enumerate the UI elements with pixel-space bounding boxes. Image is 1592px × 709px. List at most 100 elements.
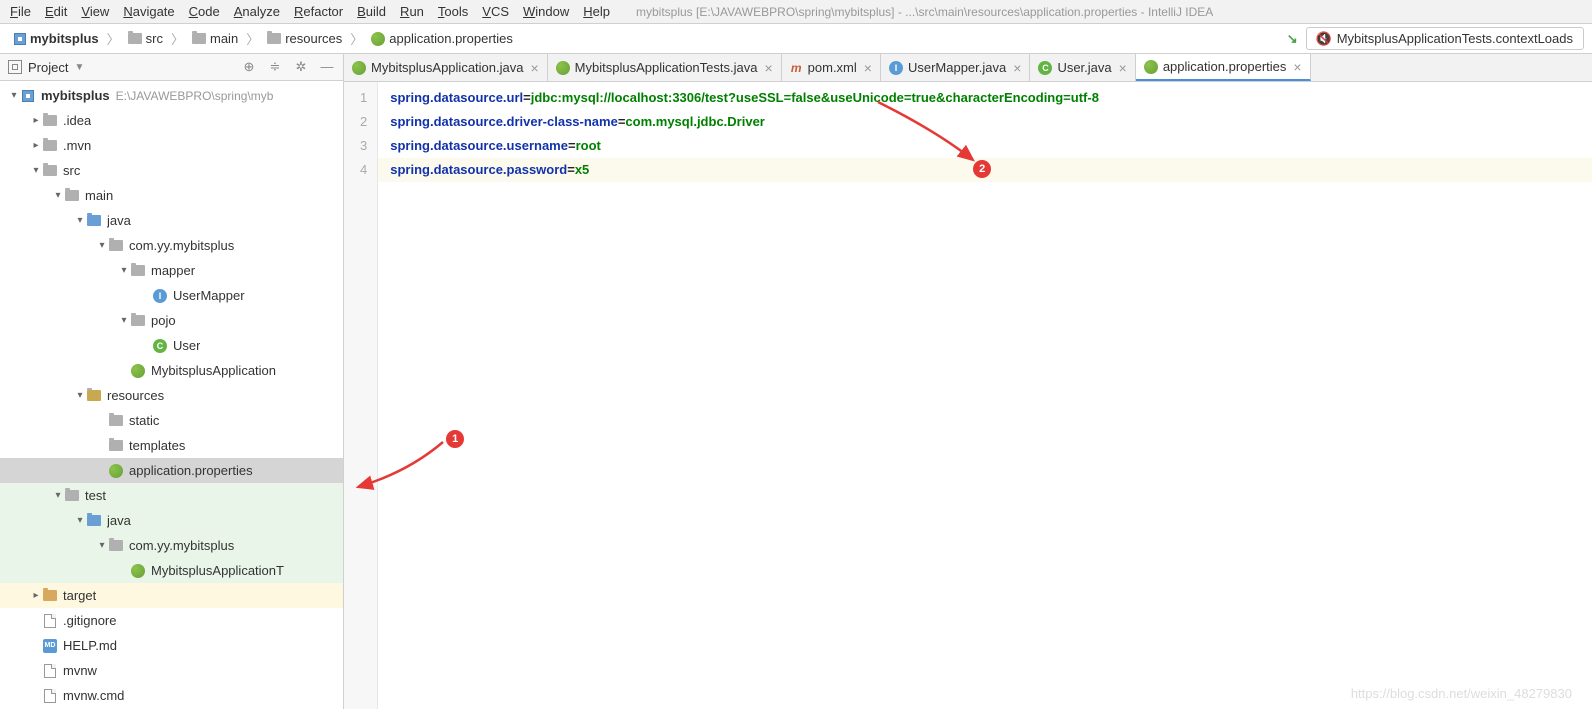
breadcrumb-main[interactable]: main (186, 29, 244, 48)
tree-item-com-yy-mybitsplus[interactable]: ▾ com.yy.mybitsplus (0, 233, 343, 258)
folder-icon (109, 540, 123, 551)
tree-arrow-icon[interactable]: ▸ (30, 115, 42, 126)
editor-tab-user-java[interactable]: User.java × (1030, 54, 1135, 81)
code-line[interactable]: spring.datasource.url=jdbc:mysql://local… (390, 86, 1580, 110)
menu-tools[interactable]: Tools (438, 4, 468, 19)
tree-item-templates[interactable]: templates (0, 433, 343, 458)
tree-item-user[interactable]: User (0, 333, 343, 358)
tree-arrow-icon[interactable]: ▸ (30, 140, 42, 151)
editor-tab-usermapper-java[interactable]: UserMapper.java × (881, 54, 1030, 81)
tree-item--idea[interactable]: ▸ .idea (0, 108, 343, 133)
menu-analyze[interactable]: Analyze (234, 4, 280, 19)
tree-item--gitignore[interactable]: .gitignore (0, 608, 343, 633)
editor-tabs: MybitsplusApplication.java × MybitsplusA… (344, 54, 1592, 82)
hide-icon[interactable]: — (319, 59, 335, 75)
tree-arrow-icon[interactable]: ▾ (74, 215, 86, 226)
tree-item-static[interactable]: static (0, 408, 343, 433)
tree-item-pojo[interactable]: ▾ pojo (0, 308, 343, 333)
close-icon[interactable]: × (530, 60, 538, 76)
tree-item-mvnw-cmd[interactable]: mvnw.cmd (0, 683, 343, 708)
tree-arrow-icon[interactable]: ▾ (52, 490, 64, 501)
tree-arrow-icon[interactable]: ▾ (30, 165, 42, 176)
window-title: mybitsplus [E:\JAVAWEBPRO\spring\mybitsp… (636, 5, 1213, 19)
tree-item-test[interactable]: ▾ test (0, 483, 343, 508)
menu-refactor[interactable]: Refactor (294, 4, 343, 19)
tree-item-mvnw[interactable]: mvnw (0, 658, 343, 683)
tree-item-usermapper[interactable]: UserMapper (0, 283, 343, 308)
tree-arrow-icon[interactable]: ▾ (52, 190, 64, 201)
close-icon[interactable]: × (1013, 60, 1021, 76)
folder-icon (131, 265, 145, 276)
menu-help[interactable]: Help (583, 4, 610, 19)
menu-code[interactable]: Code (189, 4, 220, 19)
close-icon[interactable]: × (864, 60, 872, 76)
tree-item-target[interactable]: ▸ target (0, 583, 343, 608)
tree-arrow-icon[interactable]: ▾ (118, 315, 130, 326)
spring-icon (109, 464, 123, 478)
tree-item-com-yy-mybitsplus[interactable]: ▾ com.yy.mybitsplus (0, 533, 343, 558)
spring-icon (131, 564, 145, 578)
tree-item-java[interactable]: ▾ java (0, 208, 343, 233)
spring-icon (131, 364, 145, 378)
tree-arrow-icon[interactable]: ▾ (96, 540, 108, 551)
editor-tab-application-properties[interactable]: application.properties × (1136, 54, 1311, 81)
menu-window[interactable]: Window (523, 4, 569, 19)
mute-icon: 🔇 (1317, 32, 1331, 46)
menu-file[interactable]: File (10, 4, 31, 19)
editor-tab-pom-xml[interactable]: pom.xml × (782, 54, 881, 81)
editor-tab-mybitsplusapplication-java[interactable]: MybitsplusApplication.java × (344, 54, 548, 81)
module-icon (14, 33, 26, 45)
tree-item-src[interactable]: ▾ src (0, 158, 343, 183)
breadcrumb-file[interactable]: application.properties (365, 29, 519, 48)
menu-view[interactable]: View (81, 4, 109, 19)
menu-edit[interactable]: Edit (45, 4, 67, 19)
tree-item-main[interactable]: ▾ main (0, 183, 343, 208)
interface-icon (153, 289, 167, 303)
breadcrumb-root[interactable]: mybitsplus (8, 29, 105, 48)
tree-arrow-icon[interactable]: ▸ (30, 590, 42, 601)
code-editor[interactable]: 1234 spring.datasource.url=jdbc:mysql://… (344, 82, 1592, 709)
code-line[interactable]: spring.datasource.username=root (390, 134, 1580, 158)
code-line[interactable]: spring.datasource.driver-class-name=com.… (390, 110, 1580, 134)
run-configuration-selector[interactable]: 🔇 MybitsplusApplicationTests.contextLoad… (1306, 27, 1584, 50)
collapse-all-icon[interactable]: ≑ (267, 59, 283, 75)
code-line[interactable]: spring.datasource.password=x5 (378, 158, 1592, 182)
tree-item-java[interactable]: ▾ java (0, 508, 343, 533)
line-number: 4 (360, 158, 367, 182)
locate-icon[interactable]: ⊕ (241, 59, 257, 75)
folder-icon (109, 240, 123, 251)
tree-arrow-icon[interactable]: ▾ (118, 265, 130, 276)
line-number: 3 (360, 134, 367, 158)
tree-item-mybitsplusapplication[interactable]: MybitsplusApplication (0, 358, 343, 383)
markdown-icon (43, 639, 57, 653)
settings-icon[interactable]: ✲ (293, 59, 309, 75)
build-icon[interactable]: ↘ (1287, 31, 1298, 47)
close-icon[interactable]: × (1119, 60, 1127, 76)
menu-build[interactable]: Build (357, 4, 386, 19)
tree-arrow-icon[interactable]: ▾ (96, 240, 108, 251)
close-icon[interactable]: × (764, 60, 772, 76)
tree-item--mvn[interactable]: ▸ .mvn (0, 133, 343, 158)
tree-item-application-properties[interactable]: application.properties (0, 458, 343, 483)
tree-arrow-icon[interactable]: ▾ (74, 515, 86, 526)
annotation-badge-1: 1 (446, 430, 464, 448)
menu-vcs[interactable]: VCS (482, 4, 509, 19)
tree-arrow-icon[interactable]: ▾ (8, 90, 20, 101)
project-view-selector[interactable]: Project ▼ (8, 60, 241, 75)
close-icon[interactable]: × (1293, 59, 1301, 75)
menu-navigate[interactable]: Navigate (123, 4, 174, 19)
breadcrumb: mybitsplus 〉 src 〉 main 〉 resources 〉 ap… (8, 29, 1287, 48)
breadcrumb-resources[interactable]: resources (261, 29, 348, 48)
editor-tab-mybitsplusapplicationtests-java[interactable]: MybitsplusApplicationTests.java × (548, 54, 782, 81)
tree-item-mybitsplusapplicationt[interactable]: MybitsplusApplicationT (0, 558, 343, 583)
tree-arrow-icon[interactable]: ▾ (74, 390, 86, 401)
project-tree[interactable]: ▾ mybitsplusE:\JAVAWEBPRO\spring\myb ▸ .… (0, 81, 343, 709)
tree-item-mapper[interactable]: ▾ mapper (0, 258, 343, 283)
tree-item-help-md[interactable]: HELP.md (0, 633, 343, 658)
tree-item-resources[interactable]: ▾ resources (0, 383, 343, 408)
tree-item-mybitsplus[interactable]: ▾ mybitsplusE:\JAVAWEBPRO\spring\myb (0, 83, 343, 108)
class-icon (1038, 61, 1052, 75)
menu-run[interactable]: Run (400, 4, 424, 19)
code-content[interactable]: spring.datasource.url=jdbc:mysql://local… (378, 82, 1592, 709)
breadcrumb-src[interactable]: src (122, 29, 169, 48)
